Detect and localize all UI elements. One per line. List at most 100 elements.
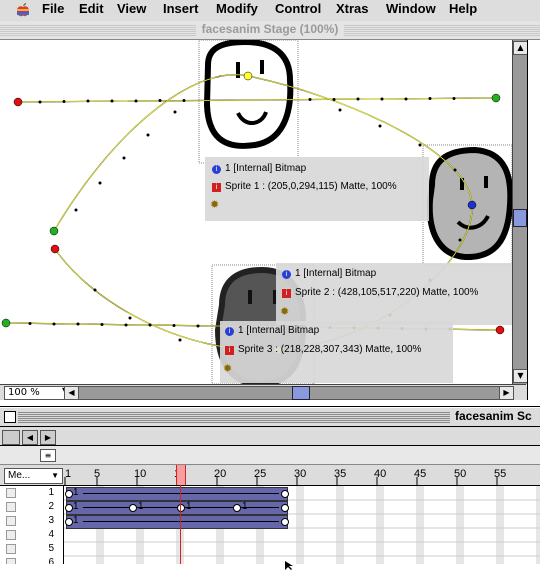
menu-view[interactable]: View [117,1,146,16]
score-title-stripes [18,411,450,423]
behavior-gear-icon: ✹ [280,305,290,318]
frame-label-25: 25 [254,468,267,480]
playhead-line [180,485,181,564]
sprite-tween-line [83,493,279,494]
frame-label-55: 55 [494,468,507,480]
menu-window[interactable]: Window [386,1,436,16]
channel-row-5[interactable]: 5 [0,542,63,556]
mouse-cursor-icon [285,555,295,570]
channel-number: 5 [48,543,54,554]
nav-right-icon[interactable]: ▶ [40,430,56,445]
background-window-edge [527,40,540,400]
vertical-scroll-thumb[interactable] [513,209,527,227]
frame-label-5: 5 [94,468,101,480]
sprite-2-member: 1 [Internal] Bitmap [295,268,377,279]
playhead-head[interactable] [176,465,186,485]
apple-menu-icon[interactable] [15,2,31,18]
frame-label-20: 20 [214,468,227,480]
channel-row-1[interactable]: 1 [0,486,63,500]
sprite-span-channel-3[interactable]: 1 [65,515,289,529]
horizontal-scroll-thumb[interactable] [292,386,310,400]
score-title: facesanim Sc [455,409,532,423]
marker-menu-icon[interactable]: ≡ [40,449,56,462]
end-frame-marker[interactable] [281,518,289,526]
score-close-box[interactable] [4,411,16,423]
keyframe-marker[interactable] [177,504,185,512]
frame-label-30: 30 [294,468,307,480]
sprite-3-member: 1 [Internal] Bitmap [238,325,320,336]
menu-edit[interactable]: Edit [79,1,104,16]
member-info-icon: i [282,270,291,279]
keyframe-marker[interactable] [233,504,241,512]
end-frame-marker[interactable] [281,504,289,512]
menu-modify[interactable]: Modify [216,1,258,16]
sprite-info-icon: i [282,289,291,298]
channel-mute-toggle[interactable] [6,488,16,498]
scroll-right-arrow-icon[interactable]: ▶ [499,386,514,400]
menu-xtras[interactable]: Xtras [336,1,369,16]
sprite-start-label: 1 [73,501,79,512]
channel-mute-toggle[interactable] [6,502,16,512]
frame-label-35: 35 [334,468,347,480]
channel-number: 3 [48,515,54,526]
channel-mute-toggle[interactable] [6,558,16,564]
member-info-icon: i [212,165,221,174]
menu-help[interactable]: Help [449,1,477,16]
channel-row-4[interactable]: 4 [0,528,63,542]
stage-title: facesanim Stage (100%) [0,22,540,36]
keyframe-label: 1 [242,501,248,512]
keyframe-marker[interactable] [65,490,73,498]
channel-number: 6 [48,557,54,564]
keyframe-label: 1 [186,501,192,512]
frame-label-50: 50 [454,468,467,480]
channel-row-6[interactable]: 6 [0,556,63,564]
sprite-start-label: 1 [73,515,79,526]
menu-control[interactable]: Control [275,1,321,16]
scroll-left-arrow-icon[interactable]: ◀ [64,386,79,400]
score-toolbar [0,427,540,446]
frame-label-40: 40 [374,468,387,480]
sprite-span-channel-2[interactable]: 1 1 1 1 [65,501,289,515]
sprite-1-info: Sprite 1 : (205,0,294,115) Matte, 100% [225,181,397,192]
channel-mute-toggle[interactable] [6,530,16,540]
sprite-1-member: 1 [Internal] Bitmap [225,163,307,174]
nav-left-icon[interactable]: ◀ [22,430,38,445]
frame-label-45: 45 [414,468,427,480]
sprite-start-label: 1 [73,487,79,498]
keyframe-marker[interactable] [65,504,73,512]
menu-insert[interactable]: Insert [163,1,198,16]
channel-number: 2 [48,501,54,512]
sprite-tween-line [83,521,279,522]
horizontal-scroll-track[interactable] [78,386,500,400]
end-frame-marker[interactable] [281,490,289,498]
member-display-dropdown[interactable]: Me... ▼ [4,468,63,484]
scroll-down-arrow-icon[interactable]: ▼ [513,369,528,383]
sprite-span-channel-1[interactable]: 1 [65,487,289,501]
sprite-3-info: Sprite 3 : (218,228,307,343) Matte, 100% [238,344,422,355]
sprite-info-icon: i [212,183,221,192]
channel-number: 4 [48,529,54,540]
keyframe-label: 1 [138,501,144,512]
channel-row-3[interactable]: 3 [0,514,63,528]
keyframe-marker[interactable] [129,504,137,512]
behavior-gear-icon: ✹ [223,362,233,375]
marker-channel [0,446,540,465]
keyframe-marker[interactable] [65,518,73,526]
channel-number: 1 [48,487,54,498]
menu-file[interactable]: File [42,1,64,16]
frame-label-1: 1 [65,468,72,480]
sprite-info-icon: i [225,346,234,355]
channel-mute-toggle[interactable] [6,516,16,526]
frame-label-10: 10 [134,468,147,480]
member-info-icon: i [225,327,234,336]
channel-mute-toggle[interactable] [6,544,16,554]
score-hide-toggle[interactable] [2,430,20,445]
stage-canvas[interactable]: i 1 [Internal] Bitmap i Sprite 1 : (205,… [0,40,512,384]
menu-bar: File Edit View Insert Modify Control Xtr… [0,0,540,21]
sprite-1-face[interactable] [203,40,294,149]
zoom-level-field[interactable]: 100 % [4,386,65,400]
sprite-2-info: Sprite 2 : (428,105,517,220) Matte, 100% [295,287,479,298]
behavior-gear-icon: ✹ [210,198,220,211]
scroll-up-arrow-icon[interactable]: ▲ [513,41,528,55]
channel-row-2[interactable]: 2 [0,500,63,514]
